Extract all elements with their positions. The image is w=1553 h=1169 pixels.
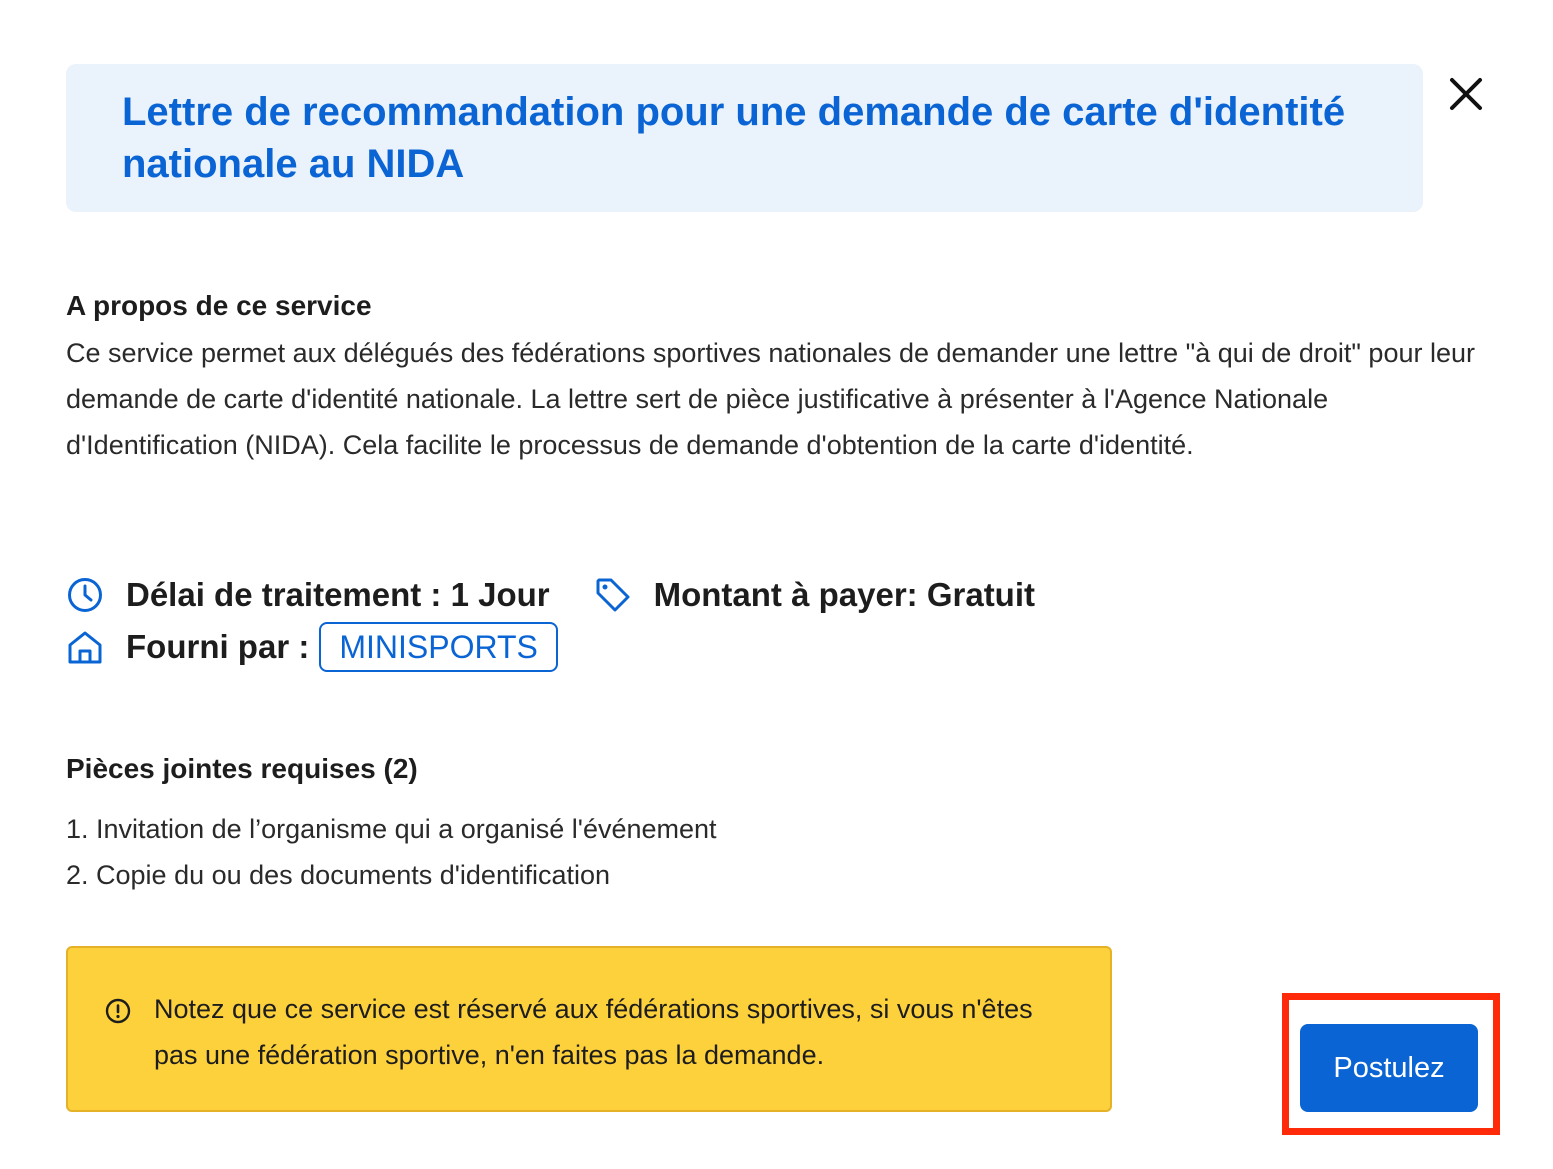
service-meta-row-2: Fourni par : MINISPORTS (66, 620, 558, 674)
dialog-header: Lettre de recommandation pour une demand… (66, 64, 1423, 212)
alert-circle-icon (105, 998, 131, 1024)
warning-notice: Notez que ce service est réservé aux féd… (66, 946, 1112, 1112)
home-icon (68, 631, 102, 664)
apply-button[interactable]: Postulez (1300, 1024, 1478, 1112)
provided-by-label: Fourni par : (126, 628, 310, 665)
service-meta-row-1: Délai de traitement : 1 Jour Montant à p… (66, 570, 1035, 620)
tag-icon (596, 578, 630, 612)
close-icon (1450, 78, 1482, 110)
notice-text: Notez que ce service est réservé aux féd… (154, 994, 1033, 1070)
about-heading: A propos de ce service (66, 290, 372, 321)
about-section: A propos de ce service Ce service permet… (66, 284, 1486, 468)
attachments-heading: Pièces jointes requises (2) (66, 753, 418, 784)
close-button[interactable] (1444, 72, 1488, 116)
processing-time: Délai de traitement : 1 Jour (126, 576, 550, 613)
list-item: 2. Copie du ou des documents d'identific… (66, 860, 611, 890)
about-description: Ce service permet aux délégués des fédér… (66, 338, 1475, 460)
dialog-title: Lettre de recommandation pour une demand… (122, 90, 1346, 186)
list-item: 1. Invitation de l’organisme qui a organ… (66, 814, 717, 844)
amount-to-pay: Montant à payer: Gratuit (653, 576, 1035, 613)
provider-tag[interactable]: MINISPORTS (319, 622, 558, 672)
attachments-list: 1. Invitation de l’organisme qui a organ… (66, 806, 717, 898)
attachments-section: Pièces jointes requises (2) 1. Invitatio… (66, 748, 717, 898)
clock-icon (68, 578, 102, 612)
